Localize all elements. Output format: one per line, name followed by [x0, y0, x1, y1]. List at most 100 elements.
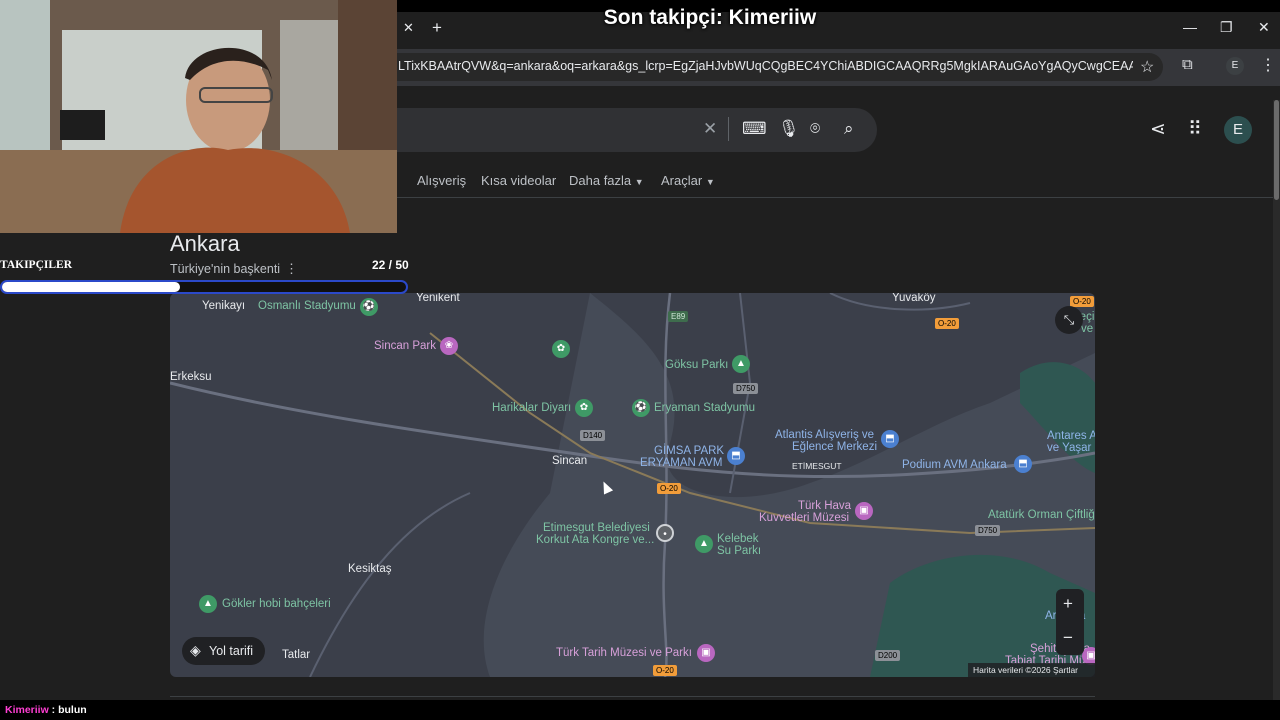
museum-pin-icon[interactable]: ▣	[697, 644, 715, 662]
tab-shopping[interactable]: Alışveriş	[417, 173, 466, 188]
map-label-goksu[interactable]: Göksu Parkı	[665, 359, 728, 371]
map-label-yenikent[interactable]: Yenikent	[416, 293, 460, 304]
more-options-icon[interactable]: ⋮	[285, 261, 298, 277]
browser-menu-icon[interactable]: ⋮	[1260, 55, 1276, 75]
shopping-pin-icon[interactable]: ⬒	[881, 430, 899, 448]
road-shield-d200: D200	[875, 650, 901, 661]
map-label-turk-hava-1[interactable]: Türk Hava	[798, 500, 851, 512]
map-label-antares-2[interactable]: ve Yaşar	[1047, 442, 1091, 454]
keyboard-icon[interactable]: ⌨	[742, 119, 767, 139]
tab-short-videos[interactable]: Kısa videolar	[481, 173, 556, 188]
chat-username: Kimeriiw	[5, 704, 49, 716]
road-shield-d140: D140	[580, 430, 606, 441]
account-avatar[interactable]: E	[1224, 116, 1252, 144]
map-label-gimsa-2[interactable]: ERYAMAN AVM	[640, 457, 722, 469]
map-label-erkeksu[interactable]: Erkeksu	[170, 371, 212, 383]
tab-tools[interactable]: Araçlar ▼	[661, 173, 715, 188]
map-label-harikalar[interactable]: Harikalar Diyarı	[492, 402, 571, 414]
apps-grid-icon[interactable]: ⠿	[1188, 118, 1202, 141]
tab-tools-label: Araçlar	[661, 173, 703, 188]
map-background	[170, 293, 1095, 677]
map-label-osmanli[interactable]: Osmanlı Stadyumu	[258, 300, 356, 312]
chat-message: Kimeriiw : bulun	[5, 704, 87, 716]
section-divider	[170, 696, 1095, 697]
amusement-pin-icon[interactable]: ❀	[440, 337, 458, 355]
shopping-pin-icon[interactable]: ⬒	[1014, 455, 1032, 473]
map-label-sincan-park[interactable]: Sincan Park	[374, 340, 436, 352]
road-shield-d750: D750	[733, 383, 759, 394]
map-label-kelebek-1[interactable]: Kelebek	[717, 533, 759, 545]
map-label-belediye-1[interactable]: Etimesgut Belediyesi	[543, 522, 650, 534]
knowledge-panel-title: Ankara	[170, 231, 240, 256]
knowledge-panel-subtitle: Türkiye'nin başkenti	[170, 262, 281, 276]
webcam-feed	[0, 0, 397, 233]
clear-search-icon[interactable]: ✕	[703, 119, 717, 139]
map-label-gokler[interactable]: Gökler hobi bahçeleri	[222, 598, 331, 610]
bookshelf	[338, 0, 397, 160]
tree-pin-icon[interactable]: ▲	[732, 355, 750, 373]
minimize-icon[interactable]: —	[1183, 19, 1197, 35]
map-label-turk-hava-2[interactable]: Kuvvetleri Müzesi	[759, 512, 849, 524]
tab-more[interactable]: Daha fazla ▼	[569, 173, 644, 188]
tree-pin-icon[interactable]: ▲	[695, 535, 713, 553]
new-tab-icon[interactable]: +	[432, 18, 442, 38]
followers-label: TAKIPÇILER	[0, 259, 72, 271]
map-label-gimsa-1[interactable]: GİMSA PARK	[654, 445, 724, 457]
lens-icon[interactable]: ⌾	[810, 119, 820, 139]
map-label-kesiktas[interactable]: Kesiktaş	[348, 563, 391, 575]
map-attribution[interactable]: Harita verileri ©2026 Şartlar	[968, 663, 1095, 677]
scrollbar-thumb[interactable]	[1274, 100, 1279, 200]
road-shield-d750-east: D750	[975, 525, 1001, 536]
stadium-pin-icon[interactable]: ⚽	[360, 298, 378, 316]
museum-pin-icon[interactable]: ▣	[855, 502, 873, 520]
profile-avatar[interactable]: E	[1226, 57, 1244, 75]
landmark-pin-icon[interactable]: •	[656, 524, 674, 542]
map-label-yuvakoy[interactable]: Yuvaköy	[892, 293, 935, 304]
restore-icon[interactable]: ❐	[1220, 19, 1233, 36]
road-shield-o20-north: O-20	[935, 318, 959, 329]
chevron-down-icon: ▼	[705, 177, 715, 187]
url-text[interactable]: LTixKBAAtrQVW&q=ankara&oq=arkara&gs_lcrp…	[398, 59, 1133, 73]
road-shield-e89: E89	[668, 311, 689, 322]
zoom-out-button[interactable]: −	[1063, 628, 1073, 648]
map-label-kelebek-2[interactable]: Su Parkı	[717, 545, 761, 557]
map-label-atlantis-2[interactable]: Eğlence Merkezi	[792, 441, 877, 453]
map-label-ataturk-orman[interactable]: Atatürk Orman Çiftliği	[988, 509, 1095, 521]
followers-count: 22 / 50	[372, 258, 409, 272]
extensions-icon[interactable]: ⧉	[1182, 56, 1193, 73]
window-close-icon[interactable]: ✕	[1258, 19, 1270, 36]
tree-pin-icon[interactable]: ▲	[199, 595, 217, 613]
tab-close-icon[interactable]: ✕	[403, 20, 414, 36]
map[interactable]: Yenikayı Osmanlı Stadyumu ⚽ Yenikent Yuv…	[170, 293, 1095, 677]
chat-bar	[0, 700, 1280, 720]
bookmark-star-icon[interactable]: ☆	[1140, 57, 1154, 77]
followers-progress-fill	[2, 282, 180, 292]
search-divider	[728, 117, 729, 141]
shopping-pin-icon[interactable]: ⬒	[727, 447, 745, 465]
map-label-tatlar[interactable]: Tatlar	[282, 649, 310, 661]
map-label-turk-tarih[interactable]: Türk Tarih Müzesi ve Parkı	[556, 647, 692, 659]
latest-follower-banner: Son takipçi: Kimeriiw	[603, 6, 817, 29]
nav-divider	[397, 197, 1277, 198]
map-label-eryaman-stad[interactable]: Eryaman Stadyumu	[654, 402, 755, 414]
search-icon[interactable]: ⌕	[844, 119, 854, 139]
chevron-down-icon: ▼	[634, 177, 644, 187]
map-label-etimesgut[interactable]: ETİMESGUT	[792, 461, 842, 471]
map-label-antares-1[interactable]: Antares A	[1047, 430, 1095, 442]
screen: ✕ + — ❐ ✕ LTixKBAAtrQVW&q=ankara&oq=arka…	[0, 0, 1280, 720]
zoom-in-button[interactable]: +	[1063, 594, 1073, 614]
park-pin-icon[interactable]: ✿	[575, 399, 593, 417]
share-icon[interactable]: ⋖	[1150, 118, 1166, 141]
map-label-podium[interactable]: Podium AVM Ankara	[902, 459, 1007, 471]
exit-fullscreen-icon[interactable]: ⤡	[1055, 306, 1083, 334]
search-input[interactable]	[397, 108, 877, 152]
map-label-sincan[interactable]: Sincan	[552, 455, 587, 467]
map-label-atlantis-1[interactable]: Atlantis Alışveriş ve	[775, 429, 874, 441]
map-label-yenikayi[interactable]: Yenikayı	[202, 300, 245, 312]
park-pin-icon[interactable]: ✿	[552, 340, 570, 358]
chat-text: : bulun	[48, 704, 87, 716]
microphone-icon[interactable]: 🎙	[778, 119, 800, 139]
map-label-belediye-2[interactable]: Korkut Ata Kongre ve...	[536, 534, 654, 546]
stadium-pin-icon[interactable]: ⚽	[632, 399, 650, 417]
map-label-right-top-2[interactable]: ve	[1081, 323, 1093, 335]
